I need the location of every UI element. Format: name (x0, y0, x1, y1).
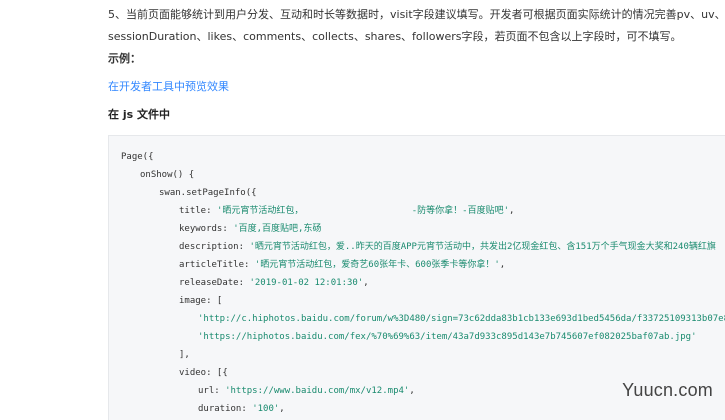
code-text: Page({ (121, 152, 154, 162)
code-line-image-close: ], (179, 349, 190, 361)
code-string: '100' (252, 404, 280, 414)
code-line-image-url-2: 'https://hiphotos.baidu.com/fex/%70%69%6… (198, 331, 697, 343)
code-string: '晒元宵节活动红包，爱..昨天的百度APP元宵节活动中，共发出2亿现金红包、含1… (249, 242, 716, 252)
code-line-keywords: keywords: '百度,百度贴吧,东砀 (179, 223, 321, 235)
code-line-page: Page({ (121, 151, 154, 163)
code-string: 'https://hiphotos.baidu.com/fex/%70%69%6… (198, 332, 697, 342)
code-string: '百度,百度贴吧,东砀 (233, 224, 322, 234)
code-line-description: description: '晒元宵节活动红包，爱..昨天的百度APP元宵节活动中… (179, 241, 716, 253)
code-string: 'https://www.baidu.com/mx/v12.mp4' (225, 386, 410, 396)
code-string: '晒元宵节活动红包， -防等你拿！-百度贴吧' (216, 206, 509, 216)
code-string: 'http://c.hiphotos.baidu.com/forum/w%3D4… (198, 314, 725, 324)
code-key: keywords: (179, 224, 234, 234)
code-line-duration: duration: '100', (198, 404, 285, 414)
intro-line-2: sessionDuration、likes、comments、collects、… (108, 30, 682, 43)
intro-line-1: 5、当前页面能够统计到用户分发、互动和时长等数据时，visit字段建议填写。开发… (108, 8, 725, 21)
code-line-article-title: articleTitle: '晒元宵节活动红包，爱奇艺60张年卡、600张季卡等… (179, 260, 506, 270)
code-key: url: (198, 386, 226, 396)
code-string: '2019-01-02 12:01:30' (249, 278, 364, 288)
preview-in-devtools-link[interactable]: 在开发者工具中预览效果 (108, 79, 229, 95)
code-key: duration: (198, 404, 253, 414)
code-line-video-url: url: 'https://www.baidu.com/mx/v12.mp4', (198, 386, 415, 396)
code-text: onShow() { (140, 170, 195, 180)
code-string: '晒元宵节活动红包，爱奇艺60张年卡、600张季卡等你拿！' (254, 260, 500, 270)
site-watermark: Yuucn.com (622, 380, 713, 400)
code-line-release-date: releaseDate: '2019-01-02 12:01:30', (179, 278, 369, 288)
code-key: video: [{ (179, 368, 228, 378)
example-label: 示例： (108, 52, 141, 65)
code-text: ], (179, 350, 190, 360)
code-key: image: [ (179, 296, 223, 306)
code-key: description: (179, 242, 250, 252)
code-key: releaseDate: (179, 278, 250, 288)
code-line-video: video: [{ (179, 367, 228, 379)
code-line-setpageinfo: swan.setPageInfo({ (159, 187, 257, 199)
code-line-title: title: '晒元宵节活动红包， -防等你拿！-百度贴吧', (179, 206, 515, 216)
code-line-onshow: onShow() { (140, 169, 194, 181)
code-key: title: (179, 206, 217, 216)
code-line-image-url-1: 'http://c.hiphotos.baidu.com/forum/w%3D4… (198, 313, 725, 325)
code-text: swan.setPageInfo({ (159, 188, 257, 198)
code-line-image: image: [ (179, 295, 222, 307)
js-file-heading: 在 js 文件中 (108, 108, 170, 121)
code-key: articleTitle: (179, 260, 255, 270)
intro-paragraph: 5、当前页面能够统计到用户分发、互动和时长等数据时，visit字段建议填写。开发… (108, 4, 725, 48)
